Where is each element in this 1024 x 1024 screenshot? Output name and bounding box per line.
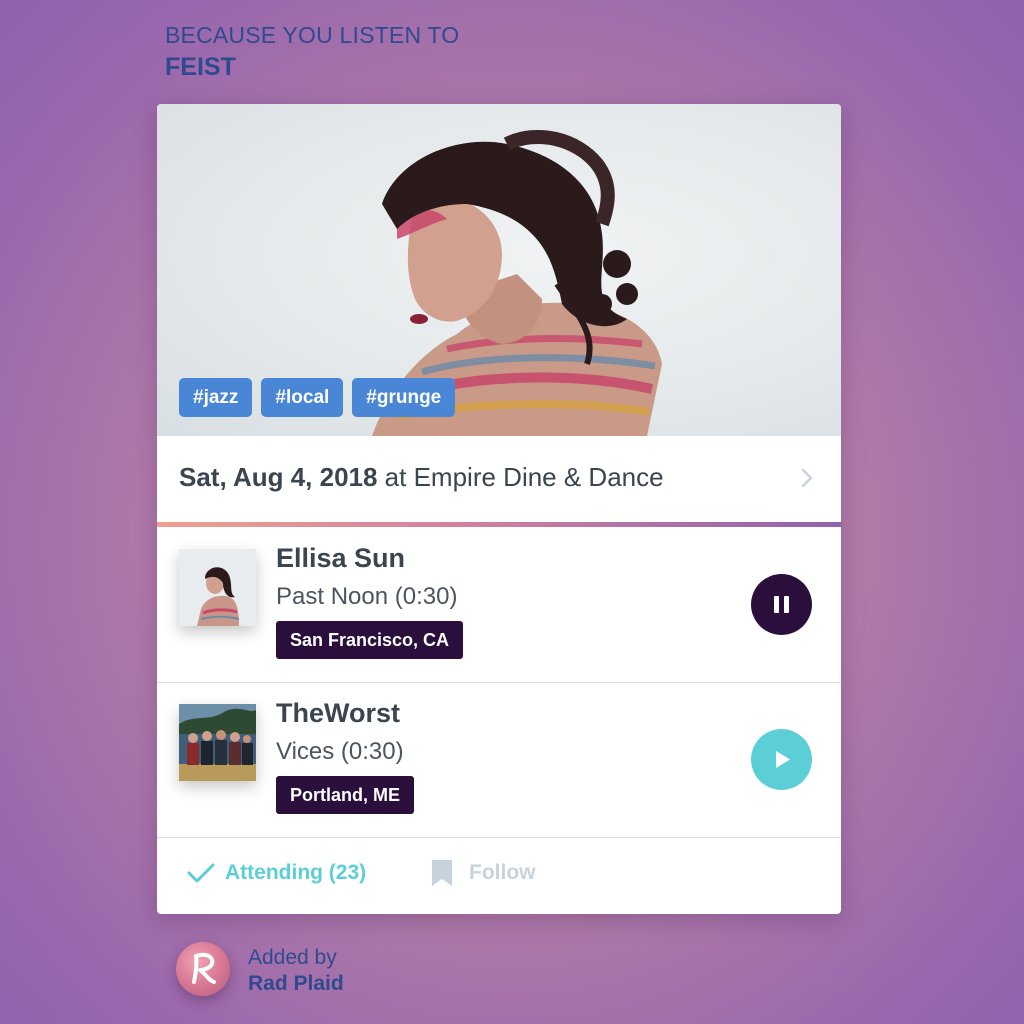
follow-label: Follow: [469, 861, 536, 884]
track-artist[interactable]: TheWorst: [276, 698, 400, 729]
event-details-row[interactable]: Sat, Aug 4, 2018 at Empire Dine & Dance: [157, 436, 841, 522]
track-song: Vices (0:30): [276, 738, 404, 765]
action-bar: Attending (23) Follow: [157, 838, 841, 914]
track-artwork: [179, 704, 256, 781]
recommendation-artist: FEIST: [165, 53, 236, 81]
event-date: Sat, Aug 4, 2018: [179, 462, 378, 492]
bookmark-icon: [432, 860, 452, 886]
pause-icon: [751, 574, 812, 635]
chevron-right-icon[interactable]: [801, 468, 813, 488]
follow-button[interactable]: Follow: [431, 859, 536, 887]
track-song: Past Noon (0:30): [276, 583, 458, 610]
track-row: Ellisa Sun Past Noon (0:30) San Francisc…: [157, 527, 841, 681]
location-badge: San Francisco, CA: [276, 621, 464, 659]
added-by-name[interactable]: Rad Plaid: [248, 972, 344, 996]
pause-button[interactable]: [751, 574, 812, 635]
hero-image: #jazz #local #grunge: [157, 104, 841, 436]
tag-list: #jazz #local #grunge: [179, 378, 456, 417]
recommendation-reason: BECAUSE YOU LISTEN TO FEIST: [165, 20, 459, 82]
recommendation-label: BECAUSE YOU LISTEN TO: [165, 22, 460, 48]
track-artist[interactable]: Ellisa Sun: [276, 543, 405, 574]
event-info: Sat, Aug 4, 2018 at Empire Dine & Dance: [179, 462, 664, 493]
attending-button[interactable]: Attending (23): [187, 861, 366, 885]
event-card: #jazz #local #grunge Sat, Aug 4, 2018 at…: [157, 104, 841, 914]
rad-plaid-logo-icon: [192, 952, 216, 984]
checkmark-icon: [187, 863, 215, 883]
avatar[interactable]: [176, 942, 230, 996]
location-badge: Portland, ME: [276, 776, 415, 814]
added-by-label: Added by: [248, 946, 337, 969]
play-button[interactable]: [751, 729, 812, 790]
tag-grunge[interactable]: #grunge: [352, 378, 456, 417]
track-row: TheWorst Vices (0:30) Portland, ME: [157, 682, 841, 836]
attending-label: Attending (23): [225, 861, 367, 884]
tag-local[interactable]: #local: [261, 378, 344, 417]
track-artwork: [179, 549, 256, 626]
play-icon: [751, 729, 812, 790]
tag-jazz[interactable]: #jazz: [179, 378, 253, 417]
event-venue: at Empire Dine & Dance: [377, 462, 664, 492]
